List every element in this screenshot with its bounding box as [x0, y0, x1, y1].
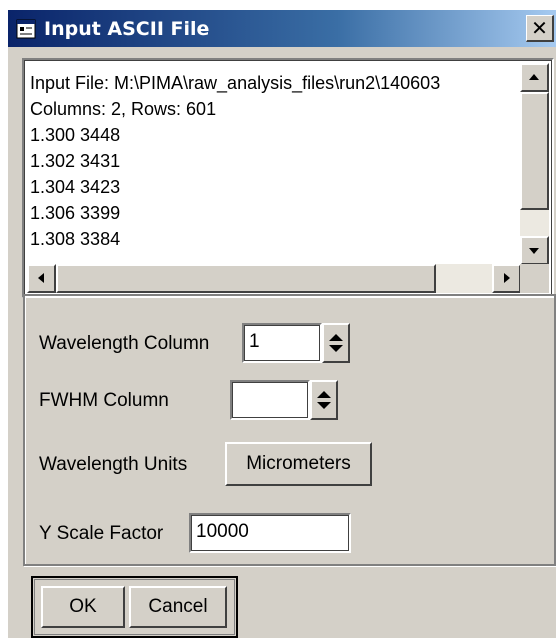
input-ascii-dialog: Input ASCII File ✕ Input File: M:\PIMA\r… [7, 9, 556, 638]
file-preview-content: Input File: M:\PIMA\raw_analysis_files\r… [30, 70, 520, 266]
wavelength-units-label: Wavelength Units [39, 454, 188, 475]
fwhm-column-label: FWHM Column [39, 390, 169, 411]
spinner-arrows-icon [329, 334, 343, 352]
fwhm-column-input[interactable] [230, 380, 310, 420]
wavelength-column-input[interactable]: 1 [242, 323, 322, 363]
arrow-left-icon [38, 273, 44, 283]
scroll-up-button[interactable] [520, 63, 549, 92]
file-info-line: Input File: M:\PIMA\raw_analysis_files\r… [30, 73, 441, 93]
data-line: 1.308 3384 [30, 229, 121, 249]
file-dimensions-line: Columns: 2, Rows: 601 [30, 99, 217, 119]
wavelength-column-label: Wavelength Column [39, 333, 210, 354]
scroll-corner [520, 264, 549, 293]
close-icon: ✕ [531, 16, 548, 40]
cancel-button[interactable]: Cancel [129, 586, 227, 628]
arrow-down-icon [529, 248, 539, 254]
data-line: 1.300 3448 [30, 125, 121, 145]
scroll-down-button[interactable] [520, 236, 549, 265]
vertical-scrollbar[interactable] [520, 63, 549, 265]
options-panel: Wavelength Column 1 FWHM Column Waveleng… [23, 294, 556, 566]
vertical-scroll-thumb[interactable] [520, 92, 549, 210]
wavelength-column-spinner[interactable] [322, 323, 350, 363]
horizontal-scroll-thumb[interactable] [56, 264, 436, 293]
wavelength-units-button[interactable]: Micrometers [225, 442, 372, 486]
ok-button[interactable]: OK [41, 586, 125, 628]
arrow-right-icon [504, 273, 510, 283]
window-title: Input ASCII File [44, 18, 210, 40]
data-line: 1.304 3423 [30, 177, 121, 197]
file-preview-textbox[interactable]: Input File: M:\PIMA\raw_analysis_files\r… [22, 58, 554, 298]
title-bar[interactable]: Input ASCII File ✕ [8, 10, 556, 47]
close-button[interactable]: ✕ [526, 15, 554, 42]
y-scale-factor-input[interactable]: 10000 [189, 513, 351, 553]
spinner-arrows-icon [317, 391, 331, 409]
dialog-button-group: OK Cancel [31, 576, 238, 638]
data-line: 1.302 3431 [30, 151, 121, 171]
arrow-up-icon [529, 74, 539, 80]
horizontal-scrollbar[interactable] [27, 264, 521, 293]
fwhm-column-spinner[interactable] [310, 380, 338, 420]
data-line: 1.306 3399 [30, 203, 121, 223]
scroll-left-button[interactable] [27, 264, 56, 293]
y-scale-factor-label: Y Scale Factor [39, 523, 164, 544]
window-app-icon [16, 19, 36, 39]
scroll-right-button[interactable] [492, 264, 521, 293]
